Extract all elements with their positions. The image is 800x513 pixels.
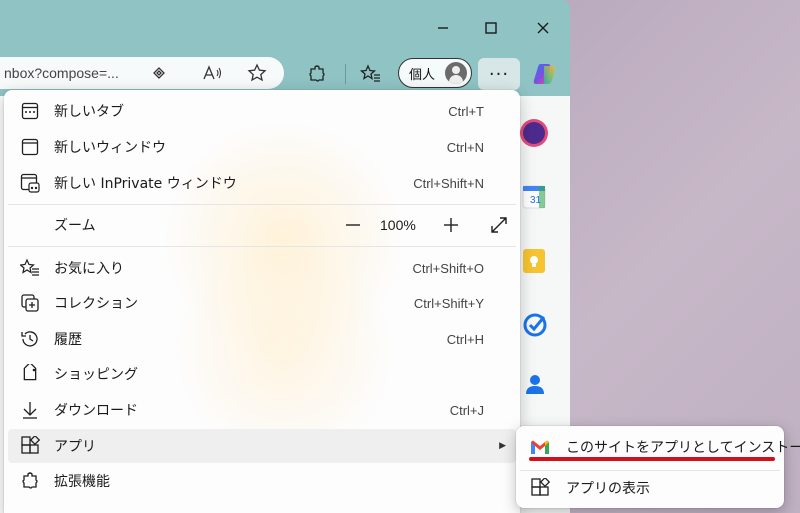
menu-item-zoom: ズーム 100% — [8, 208, 516, 242]
menu-item-collections[interactable]: コレクション Ctrl+Shift+Y — [8, 286, 516, 320]
contacts-icon[interactable] — [523, 372, 547, 398]
menu-item-shopping[interactable]: ショッピング — [8, 357, 516, 391]
menu-item-apps[interactable]: アプリ ▶ — [8, 429, 516, 463]
profile-label: 個人 — [409, 67, 436, 83]
submenu-item-view-apps[interactable]: アプリの表示 — [520, 471, 780, 505]
gmail-icon — [531, 440, 549, 454]
favorites-bar-icon[interactable] — [358, 61, 384, 87]
menu-item-downloads[interactable]: ダウンロード Ctrl+J — [8, 393, 516, 427]
apps-icon — [531, 478, 550, 496]
menu-label: ダウンロード — [54, 403, 138, 419]
menu-item-new-tab[interactable]: 新しいタブ Ctrl+T — [8, 94, 516, 128]
profile-button[interactable]: 個人 — [398, 58, 472, 88]
submenu-label: このサイトをアプリとしてインストール — [566, 440, 800, 456]
new-tab-icon — [20, 101, 40, 121]
shopping-tag-icon — [20, 364, 40, 384]
fullscreen-button[interactable] — [486, 208, 512, 242]
read-aloud-icon[interactable] — [200, 60, 226, 86]
menu-shortcut: Ctrl+T — [448, 103, 484, 119]
menu-label: ズーム — [54, 218, 96, 234]
menu-label: ショッピング — [54, 367, 138, 383]
minus-icon — [346, 224, 360, 226]
toolbar-divider — [345, 64, 346, 84]
menu-shortcut: Ctrl+H — [446, 331, 484, 347]
title-bar — [0, 0, 570, 52]
menu-label: コレクション — [54, 296, 138, 312]
apps-icon — [20, 436, 40, 456]
svg-text:31: 31 — [530, 195, 542, 206]
favorite-star-icon[interactable] — [244, 60, 270, 86]
menu-item-new-window[interactable]: 新しいウィンドウ Ctrl+N — [8, 130, 516, 164]
zoom-value: 100% — [380, 217, 416, 233]
apps-submenu: このサイトをアプリとしてインストール アプリの表示 — [516, 426, 800, 508]
menu-item-history[interactable]: 履歴 Ctrl+H — [8, 322, 516, 356]
history-icon — [20, 329, 40, 349]
fullscreen-icon — [491, 217, 507, 233]
menu-label: 新しい InPrivate ウィンドウ — [54, 176, 237, 192]
reader-view-icon[interactable] — [146, 60, 172, 86]
url-text[interactable]: nbox?compose=... — [4, 57, 119, 89]
collections-icon — [20, 293, 40, 313]
submenu-label: アプリの表示 — [566, 481, 650, 497]
close-icon — [537, 22, 549, 34]
inprivate-icon — [20, 173, 40, 193]
plus-icon — [444, 218, 458, 232]
browser-settings-menu: 新しいタブ Ctrl+T 新しいウィンドウ Ctrl+N 新しい InPriva… — [4, 90, 520, 513]
menu-item-extensions[interactable]: 拡張機能 — [8, 464, 516, 498]
minimize-icon — [438, 27, 448, 29]
close-button[interactable] — [520, 10, 566, 46]
menu-label: アプリ — [54, 439, 96, 455]
zoom-out-button[interactable] — [338, 208, 368, 242]
menu-shortcut: Ctrl+J — [449, 402, 484, 418]
calendar-icon[interactable]: 31 — [522, 185, 546, 209]
menu-item-new-inprivate-window[interactable]: 新しい InPrivate ウィンドウ Ctrl+Shift+N — [8, 166, 516, 200]
extensions-toolbar-icon[interactable] — [304, 61, 330, 87]
new-window-icon — [20, 137, 40, 157]
menu-label: 履歴 — [54, 332, 82, 348]
address-bar[interactable]: nbox?compose=... — [0, 57, 284, 89]
menu-label: お気に入り — [54, 261, 124, 277]
menu-shortcut: Ctrl+Shift+O — [412, 260, 484, 276]
download-icon — [20, 400, 40, 420]
maximize-button[interactable] — [468, 10, 514, 46]
extensions-icon — [20, 471, 40, 491]
menu-divider — [8, 204, 516, 205]
more-dots-icon: ··· — [488, 63, 510, 85]
zoom-in-button[interactable] — [436, 208, 466, 242]
minimize-button[interactable] — [420, 10, 466, 46]
avatar — [445, 62, 467, 84]
menu-label: 新しいウィンドウ — [54, 140, 166, 156]
copilot-icon[interactable] — [532, 62, 558, 86]
menu-shortcut: Ctrl+Shift+N — [413, 175, 484, 191]
menu-shortcut: Ctrl+N — [446, 139, 484, 155]
menu-label: 拡張機能 — [54, 474, 110, 490]
favorites-icon — [20, 258, 40, 278]
tasks-icon[interactable] — [522, 312, 548, 338]
menu-item-favorites[interactable]: お気に入り Ctrl+Shift+O — [8, 251, 516, 285]
settings-more-button[interactable]: ··· — [478, 58, 520, 90]
menu-label: 新しいタブ — [54, 104, 124, 120]
keep-notes-icon[interactable] — [521, 248, 547, 274]
menu-shortcut: Ctrl+Shift+Y — [413, 295, 484, 311]
menu-divider — [8, 246, 516, 247]
sidebar-avatar-icon[interactable] — [519, 118, 549, 148]
maximize-icon — [485, 22, 497, 34]
submenu-arrow-icon: ▶ — [499, 441, 506, 451]
highlight-underline — [529, 457, 775, 461]
